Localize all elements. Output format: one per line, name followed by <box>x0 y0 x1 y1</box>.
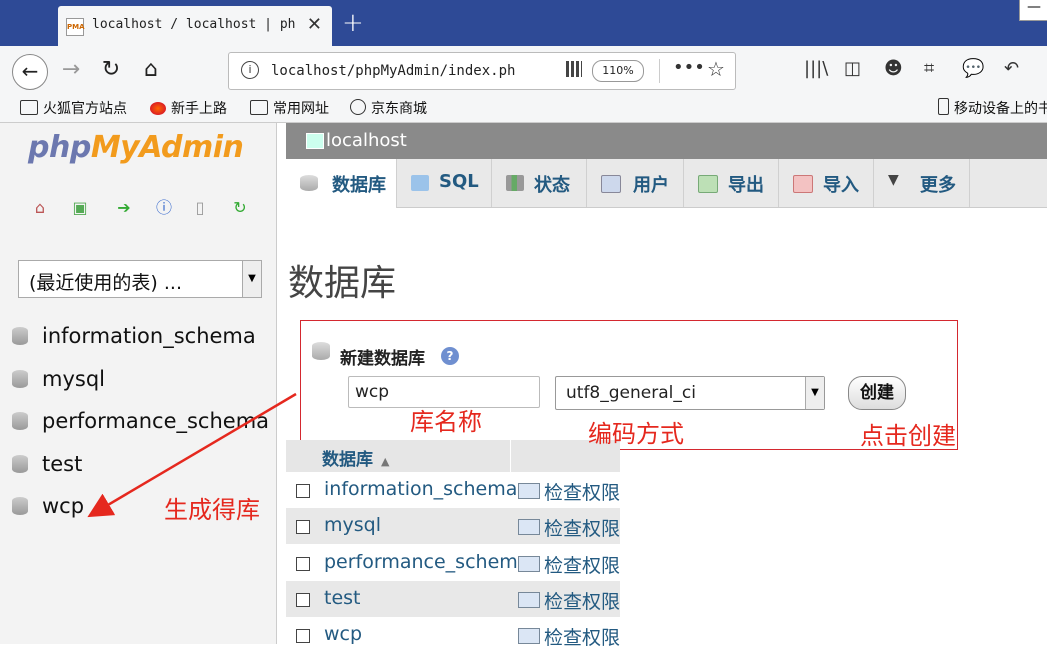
annotation-arrow <box>87 392 297 518</box>
arrow-line <box>87 392 297 518</box>
